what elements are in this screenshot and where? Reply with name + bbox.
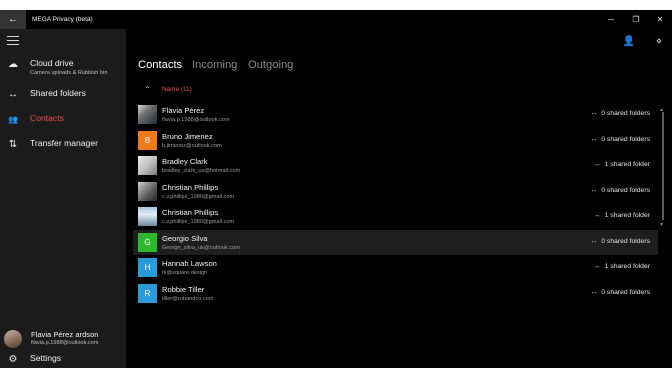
- avatar: [138, 105, 157, 124]
- avatar: [138, 156, 157, 175]
- chevron-up-icon: ⌃: [144, 85, 151, 94]
- shared-folders-count: ↔ 1 shared folder: [594, 212, 650, 219]
- main-content: 👤 ⋄ Contacts Incoming Outgoing ⌃ Name (1…: [126, 29, 672, 368]
- add-contact-icon[interactable]: 👤: [622, 35, 636, 49]
- sidebar-item-settings[interactable]: ⚙ Settings: [0, 350, 126, 368]
- shared-folders-count: ↔ 1 shared folder: [594, 263, 650, 270]
- shared-arrows-icon: ↔: [590, 135, 598, 143]
- sidebar-item-cloud-drive[interactable]: ☁ Cloud drive Camera uploads & Rubbish b…: [0, 55, 126, 79]
- sidebar: ☁ Cloud drive Camera uploads & Rubbish b…: [0, 29, 126, 368]
- minimize-button[interactable]: ─: [597, 10, 625, 29]
- scrollbar[interactable]: [662, 112, 664, 220]
- contact-row[interactable]: Christian Phillips c.v.phillips_1980@gmai…: [133, 179, 658, 205]
- sidebar-item-label: Shared folders: [30, 88, 86, 98]
- contact-name: Christian Phillips: [162, 208, 219, 217]
- shared-folders-label: 0 shared folders: [601, 288, 650, 296]
- contact-name: Robbie Tiller: [162, 284, 205, 294]
- tab-outgoing[interactable]: Outgoing: [248, 59, 293, 71]
- sidebar-item-shared-folders[interactable]: ↔ Shared folders: [0, 85, 126, 109]
- shared-arrows-icon: ↔: [593, 263, 601, 270]
- shared-arrows-icon: ↔: [590, 110, 598, 117]
- shared-arrows-icon: ↔: [8, 89, 18, 100]
- shared-arrows-icon: ↔: [590, 237, 598, 245]
- contact-row[interactable]: R Robbie Tiller tiller@robandco.com ↔ 0 shar…: [133, 281, 658, 307]
- contact-email: c.v.phillips_1980@gmail.com: [162, 193, 235, 200]
- transfer-icon: ⇅: [8, 139, 18, 150]
- contact-email: c.v.phillips_1980@gmail.com: [162, 219, 235, 225]
- sidebar-item-transfer-manager[interactable]: ⇅ Transfer manager: [0, 135, 126, 159]
- contact-email: b.jimenez@outlook.com: [162, 142, 222, 149]
- app-window: ← MEGA Privacy (beta) ─ ❐ ✕ ☁ Cloud driv…: [0, 10, 672, 368]
- avatar: G: [138, 232, 157, 252]
- gear-icon: ⚙: [8, 354, 18, 365]
- shared-folders-count: ↔ 0 shared folders: [590, 238, 650, 245]
- shared-folders-count: ↔ 0 shared folders: [590, 110, 650, 117]
- contact-email: hl@square.design: [162, 270, 208, 276]
- contact-row[interactable]: Flavia Pérez flavia.p.1988@outlook.com ↔ 0 …: [133, 102, 658, 128]
- avatar: R: [138, 283, 157, 303]
- title-bar: ← MEGA Privacy (beta) ─ ❐ ✕: [0, 10, 672, 29]
- contact-name: Georgio Silva: [162, 233, 208, 243]
- shared-arrows-icon: ↔: [593, 161, 601, 168]
- contact-row[interactable]: H Hannah Lawson hl@square.design ↔ 1 shared …: [133, 255, 658, 281]
- account-name: Flavia Pérez ardson: [31, 330, 99, 339]
- contact-email: flavia.p.1988@outlook.com: [162, 117, 230, 123]
- cloud-icon: ☁: [8, 59, 18, 70]
- shared-arrows-icon: ↔: [590, 288, 598, 296]
- avatar: [4, 330, 22, 348]
- close-button[interactable]: ✕: [646, 10, 672, 29]
- sidebar-item-sublabel: Camera uploads & Rubbish bin: [30, 70, 108, 76]
- sort-label: Name (11): [162, 86, 192, 93]
- shared-folders-label: 0 shared folders: [601, 186, 650, 194]
- sidebar-item-label: Transfer manager: [30, 138, 98, 148]
- shared-folders-count: ↔ 0 shared folders: [590, 187, 650, 194]
- contact-row[interactable]: G Georgio Silva George_silva_uk@outlook.co…: [133, 229, 658, 255]
- contact-name: Bruno Jimenez: [162, 131, 213, 141]
- avatar: [138, 181, 157, 201]
- contact-name: Hannah Lawson: [162, 259, 217, 268]
- avatar: B: [138, 130, 157, 150]
- scroll-down-arrow[interactable]: ▼: [659, 222, 664, 228]
- shared-folders-count: ↔ 0 shared folders: [590, 136, 650, 143]
- contact-email: bradley_clark_us@hotmail.com: [162, 168, 241, 174]
- window-title: MEGA Privacy (beta): [32, 16, 93, 23]
- sidebar-item-contacts[interactable]: 👥 Contacts: [0, 110, 126, 134]
- shared-arrows-icon: ↔: [590, 186, 598, 194]
- shared-arrows-icon: ↔: [593, 212, 601, 219]
- shared-folders-count: ↔ 1 shared folder: [594, 161, 650, 168]
- account-email: flavia.p.1988@outlook.com: [31, 340, 99, 346]
- sidebar-item-label: Cloud drive: [30, 58, 74, 68]
- back-button[interactable]: ←: [0, 10, 26, 29]
- sidebar-item-label: Settings: [30, 353, 62, 363]
- sidebar-item-label: Contacts: [30, 113, 64, 123]
- tab-incoming[interactable]: Incoming: [192, 59, 237, 71]
- more-options-icon[interactable]: ⋄: [652, 35, 666, 49]
- contact-email: George_silva_uk@outlook.com: [162, 244, 240, 251]
- contact-row[interactable]: Christian Phillips c.v.phillips_1980@gmai…: [133, 204, 658, 230]
- contact-email: tiller@robandco.com: [162, 295, 214, 302]
- contact-row[interactable]: B Bruno Jimenez b.jimenez@outlook.com ↔ 0 sh…: [133, 128, 658, 154]
- hamburger-menu-icon[interactable]: [7, 36, 19, 46]
- contacts-icon: 👥: [8, 115, 18, 124]
- shared-folders-count: ↔ 0 shared folders: [590, 289, 650, 296]
- tab-contacts[interactable]: Contacts: [138, 59, 182, 71]
- shared-folders-label: 1 shared folder: [604, 161, 650, 168]
- shared-folders-label: 1 shared folder: [604, 212, 650, 219]
- contact-name: Flavia Pérez: [162, 106, 205, 115]
- avatar: [138, 207, 157, 226]
- contact-name: Christian Phillips: [162, 182, 219, 192]
- shared-folders-label: 0 shared folders: [601, 110, 650, 117]
- contact-name: Bradley Clark: [162, 157, 208, 166]
- shared-folders-label: 0 shared folders: [601, 135, 650, 143]
- shared-folders-label: 1 shared folder: [604, 263, 650, 270]
- shared-folders-label: 0 shared folders: [601, 237, 650, 245]
- avatar: H: [138, 258, 157, 277]
- contact-row[interactable]: Bradley Clark bradley_clark_us@hotmail.co…: [133, 153, 658, 179]
